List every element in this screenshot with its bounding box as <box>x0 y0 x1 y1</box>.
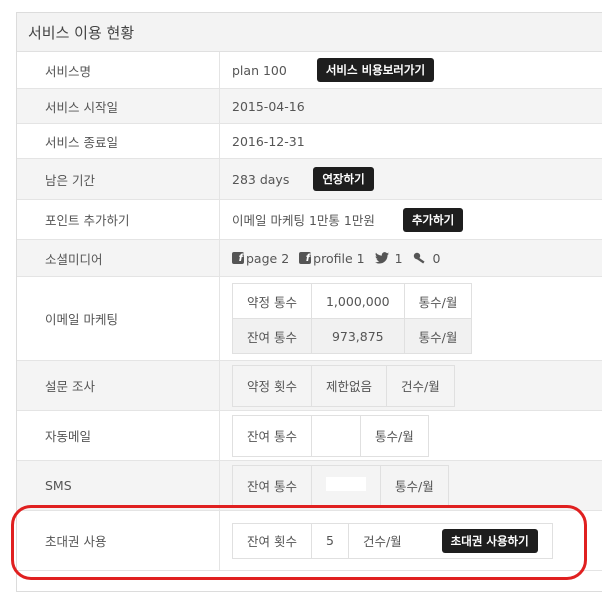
row-points: 포인트 추가하기 이메일 마케팅 1만통 1만원 추가하기 <box>17 200 602 240</box>
auto-mail-col1: 잔여 통수 <box>232 414 312 457</box>
facebook-icon: f <box>299 252 312 264</box>
points-label: 포인트 추가하기 <box>17 200 220 239</box>
facebook-profile[interactable]: f profile 1 <box>299 250 365 266</box>
invite-label: 초대권 사용 <box>17 511 220 570</box>
service-status-table: 서비스명 plan 100 서비스 비용보러가기 서비스 시작일 2015-04… <box>17 52 602 571</box>
end-date-label: 서비스 종료일 <box>17 124 220 158</box>
row-social: 소셜미디어 f page 2 f profile 1 1 0 <box>17 240 602 277</box>
twitter[interactable]: 1 <box>374 250 403 266</box>
row-invite: 초대권 사용 잔여 횟수 5 건수/월 초대권 사용하기 <box>17 511 602 571</box>
survey-col2: 제한없음 <box>310 364 388 407</box>
use-invite-button[interactable]: 초대권 사용하기 <box>441 528 538 553</box>
survey-col1: 약정 횟수 <box>232 364 312 407</box>
auto-mail-col3: 통수/월 <box>359 414 429 457</box>
view-service-cost-button[interactable]: 서비스 비용보러가기 <box>316 58 435 82</box>
twitter-count: 1 <box>394 250 403 266</box>
facebook-profile-count: profile 1 <box>313 250 365 266</box>
add-points-button[interactable]: 추가하기 <box>402 207 464 232</box>
end-date-value: 2016-12-31 <box>232 133 305 149</box>
facebook-page-count: page 2 <box>246 250 290 266</box>
row-remaining: 남은 기간 283 days 연장하기 <box>17 159 602 200</box>
service-status-panel: 서비스 이용 현황 서비스명 plan 100 서비스 비용보러가기 서비스 시… <box>16 12 602 592</box>
facebook-page[interactable]: f page 2 <box>232 251 289 266</box>
row-service-name: 서비스명 plan 100 서비스 비용보러가기 <box>17 52 602 89</box>
sms-value <box>310 464 381 507</box>
email-marketing-subtable: 약정 통수 1,000,000 통수/월 잔여 통수 973,875 통수/월 <box>232 283 473 354</box>
service-name-label: 서비스명 <box>17 52 220 88</box>
auto-mail-subtable: 잔여 통수 통수/월 <box>232 414 429 457</box>
email-contract-unit: 통수/월 <box>403 283 473 319</box>
email-remain-label: 잔여 통수 <box>232 318 312 354</box>
other-social[interactable]: 0 <box>413 250 441 266</box>
social-label: 소셜미디어 <box>17 240 220 276</box>
email-marketing-label: 이메일 마케팅 <box>17 277 220 360</box>
invite-col2: 5 <box>310 522 349 559</box>
invite-subtable: 잔여 횟수 5 건수/월 초대권 사용하기 <box>232 522 553 559</box>
other-social-count: 0 <box>432 250 441 266</box>
auto-mail-value <box>310 414 361 457</box>
row-sms: SMS 잔여 통수 통수/월 <box>17 461 602 511</box>
start-date-label: 서비스 시작일 <box>17 89 220 123</box>
survey-subtable: 약정 횟수 제한없음 건수/월 <box>232 364 455 407</box>
email-remain-unit: 통수/월 <box>403 318 473 354</box>
key-icon <box>413 252 425 264</box>
service-name-value: plan 100 <box>232 62 287 78</box>
row-auto-mail: 자동메일 잔여 통수 통수/월 <box>17 411 602 461</box>
sms-label: SMS <box>17 461 220 510</box>
email-contract-value: 1,000,000 <box>310 283 405 319</box>
sms-subtable: 잔여 통수 통수/월 <box>232 464 449 507</box>
remaining-value: 283 days <box>232 171 290 187</box>
invite-col3: 건수/월 <box>347 522 416 559</box>
survey-label: 설문 조사 <box>17 361 220 410</box>
twitter-icon <box>374 252 389 264</box>
invite-col1: 잔여 횟수 <box>232 522 312 559</box>
sms-col3: 통수/월 <box>379 464 449 507</box>
email-remain-value: 973,875 <box>310 318 405 354</box>
row-start-date: 서비스 시작일 2015-04-16 <box>17 89 602 124</box>
remaining-label: 남은 기간 <box>17 159 220 199</box>
points-value: 이메일 마케팅 1만통 1만원 <box>232 213 375 228</box>
auto-mail-label: 자동메일 <box>17 411 220 460</box>
sms-col1: 잔여 통수 <box>232 464 312 507</box>
row-email-marketing: 이메일 마케팅 약정 통수 1,000,000 통수/월 잔여 통수 973,8… <box>17 277 602 361</box>
row-survey: 설문 조사 약정 횟수 제한없음 건수/월 <box>17 361 602 411</box>
start-date-value: 2015-04-16 <box>232 98 305 114</box>
survey-col3: 건수/월 <box>386 364 455 407</box>
extend-button[interactable]: 연장하기 <box>313 167 374 191</box>
panel-title: 서비스 이용 현황 <box>17 13 602 52</box>
row-end-date: 서비스 종료일 2016-12-31 <box>17 124 602 159</box>
email-contract-label: 약정 통수 <box>232 283 312 319</box>
facebook-icon: f <box>232 252 244 264</box>
